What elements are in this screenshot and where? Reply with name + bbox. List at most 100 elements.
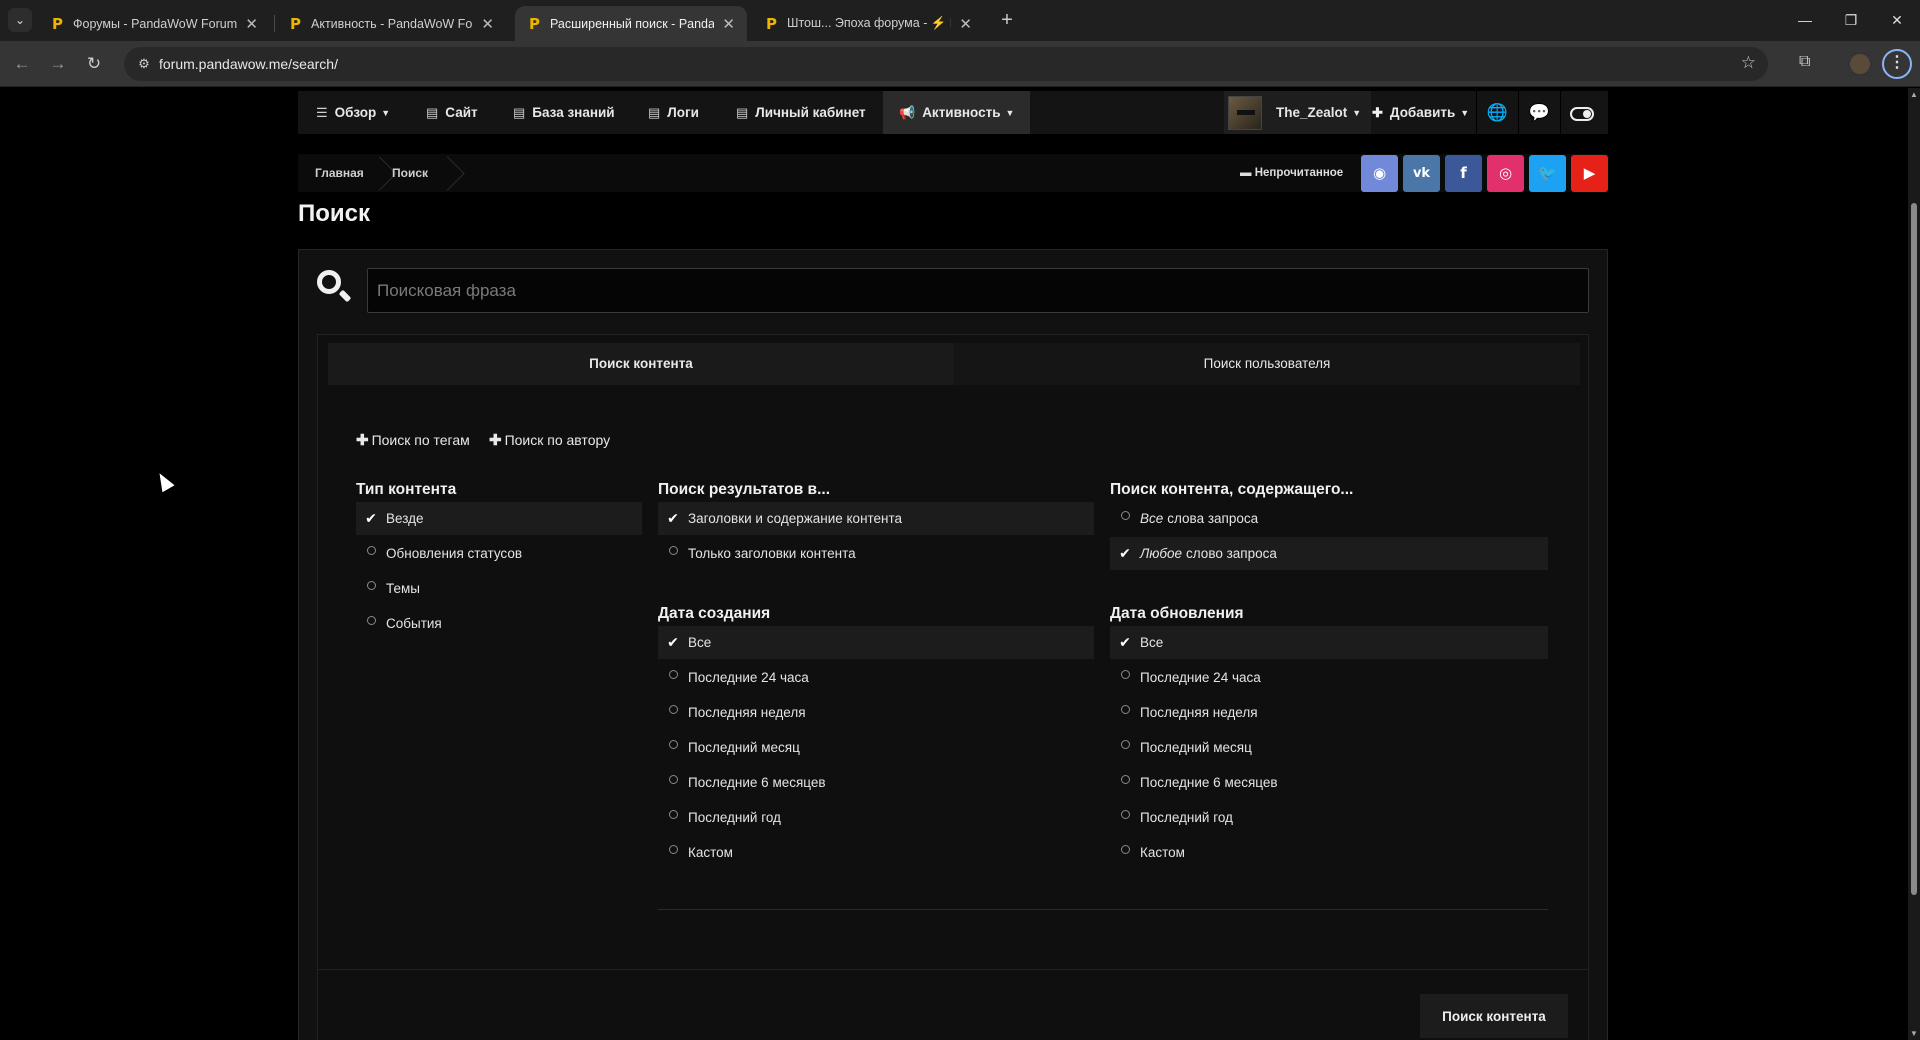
- tab-title: Штош... Эпоха форума - ⚡ BC: [787, 16, 952, 30]
- option-label: Кастом: [688, 845, 733, 860]
- created-option-year[interactable]: Последний год: [658, 801, 1094, 834]
- avatar: [1228, 95, 1262, 130]
- created-option-all[interactable]: ✔ Все: [658, 626, 1094, 659]
- tab-title: Активность - PandaWoW Forum: [311, 16, 473, 31]
- site-info-icon[interactable]: ⚙: [134, 54, 154, 74]
- nav-label: Активность: [922, 105, 1001, 120]
- scroll-down-icon[interactable]: ▼: [1910, 1029, 1918, 1038]
- scroll-up-icon[interactable]: ▲: [1910, 90, 1918, 99]
- add-menu[interactable]: ✚ Добавить ▼: [1372, 91, 1469, 134]
- created-option-custom[interactable]: Кастом: [658, 836, 1094, 869]
- option-label: Последние 24 часа: [688, 670, 809, 685]
- option-any-word[interactable]: ✔ Любое слово запроса: [1110, 537, 1548, 570]
- option-everywhere[interactable]: ✔ Везде: [356, 502, 642, 535]
- instagram-icon[interactable]: ◎: [1487, 155, 1524, 192]
- omnibox[interactable]: ⚙ forum.pandawow.me/search/ ☆: [124, 47, 1768, 81]
- unread-link[interactable]: ▬ Непрочитанное: [1240, 154, 1343, 192]
- profile-avatar-icon[interactable]: [1848, 52, 1872, 76]
- close-tab-icon[interactable]: ✕: [245, 15, 258, 33]
- nav-item-knowledge-base[interactable]: ▤ База знаний: [513, 91, 615, 134]
- scrollbar-thumb[interactable]: [1911, 203, 1917, 895]
- nav-label: Обзор: [334, 105, 377, 120]
- created-option-24h[interactable]: Последние 24 часа: [658, 661, 1094, 694]
- reload-icon[interactable]: ↻: [82, 52, 106, 76]
- search-input[interactable]: [367, 268, 1589, 313]
- option-label: Последние 24 часа: [1140, 670, 1261, 685]
- updated-option-custom[interactable]: Кастом: [1110, 836, 1548, 869]
- url-text[interactable]: forum.pandawow.me/search/: [159, 56, 338, 72]
- created-option-week[interactable]: Последняя неделя: [658, 696, 1094, 729]
- favicon-icon: P: [529, 14, 540, 33]
- browser-tab-active[interactable]: P Расширенный поиск - PandaWoW ✕: [515, 6, 747, 41]
- nav-item-logs[interactable]: ▤ Логи: [648, 91, 699, 134]
- updated-option-all[interactable]: ✔ Все: [1110, 626, 1548, 659]
- tab-content-search[interactable]: Поиск контента: [328, 343, 954, 385]
- option-label: Обновления статусов: [386, 546, 523, 561]
- browser-menu-icon[interactable]: ⋮: [1882, 49, 1912, 79]
- close-tab-icon[interactable]: ✕: [722, 15, 735, 33]
- updated-option-month[interactable]: Последний месяц: [1110, 731, 1548, 764]
- restore-icon[interactable]: ❐: [1828, 0, 1874, 41]
- new-tab-button[interactable]: +: [994, 8, 1020, 34]
- browser-tab[interactable]: P Форумы - PandaWoW Forum ✕: [38, 6, 270, 41]
- option-label: Последние 6 месяцев: [1140, 775, 1278, 790]
- option-all-words[interactable]: Все слова запроса: [1110, 502, 1548, 535]
- nav-item-activity[interactable]: 📢 Активность ▼: [883, 91, 1031, 134]
- check-icon: ✔: [365, 510, 377, 527]
- option-topics[interactable]: Темы: [356, 572, 642, 605]
- minimize-icon[interactable]: —: [1782, 0, 1828, 41]
- search-icon: [315, 268, 352, 304]
- bookmark-star-icon[interactable]: ☆: [1741, 53, 1756, 73]
- browser-tab[interactable]: P Штош... Эпоха форума - ⚡ BC ✕: [752, 6, 984, 41]
- nav-item-overview[interactable]: ☰ Обзор ▼: [316, 91, 390, 134]
- tab-list-button[interactable]: ⌄: [8, 8, 32, 32]
- add-author-link[interactable]: ✚ Поиск по автору: [489, 431, 610, 449]
- updated-option-24h[interactable]: Последние 24 часа: [1110, 661, 1548, 694]
- option-titles-and-content[interactable]: ✔ Заголовки и содержание контента: [658, 502, 1094, 535]
- youtube-icon[interactable]: ▶: [1571, 155, 1608, 192]
- close-tab-icon[interactable]: ✕: [959, 15, 972, 33]
- add-tags-link[interactable]: ✚ Поиск по тегам: [356, 431, 470, 449]
- created-option-month[interactable]: Последний месяц: [658, 731, 1094, 764]
- tab-user-search[interactable]: Поиск пользователя: [954, 343, 1580, 385]
- user-menu[interactable]: The_Zealot ▼: [1224, 91, 1372, 134]
- close-tab-icon[interactable]: ✕: [481, 15, 494, 33]
- check-icon: ✔: [1119, 634, 1131, 651]
- plus-icon: ✚: [356, 432, 369, 449]
- browser-tab[interactable]: P Активность - PandaWoW Forum ✕: [276, 6, 506, 41]
- nav-item-account[interactable]: ▤ Личный кабинет: [736, 91, 866, 134]
- created-option-6months[interactable]: Последние 6 месяцев: [658, 766, 1094, 799]
- twitter-icon[interactable]: 🐦: [1529, 155, 1566, 192]
- updated-option-6months[interactable]: Последние 6 месяцев: [1110, 766, 1548, 799]
- nav-item-site[interactable]: ▤ Сайт: [426, 91, 478, 134]
- radio-icon: [669, 546, 678, 555]
- breadcrumb: Главная Поиск ▬ Непрочитанное ◉ vk f ◎ 🐦…: [298, 154, 1608, 192]
- radio-icon: [669, 705, 678, 714]
- vk-icon[interactable]: vk: [1403, 155, 1440, 192]
- globe-icon[interactable]: 🌐: [1476, 91, 1518, 134]
- extensions-icon[interactable]: ⧉: [1799, 53, 1810, 71]
- facebook-icon[interactable]: f: [1445, 155, 1482, 192]
- option-titles-only[interactable]: Только заголовки контента: [658, 537, 1094, 570]
- close-window-icon[interactable]: ✕: [1874, 0, 1920, 41]
- page-scrollbar[interactable]: ▲ ▼: [1908, 88, 1920, 1040]
- forward-icon[interactable]: →: [46, 52, 70, 76]
- option-label: Кастом: [1140, 845, 1185, 860]
- back-icon[interactable]: ←: [10, 52, 34, 76]
- theme-toggle-icon[interactable]: [1560, 91, 1602, 134]
- unread-label: Непрочитанное: [1254, 167, 1344, 179]
- option-events[interactable]: События: [356, 607, 642, 640]
- updated-option-week[interactable]: Последняя неделя: [1110, 696, 1548, 729]
- search-content-button[interactable]: Поиск контента: [1420, 994, 1568, 1038]
- updated-option-year[interactable]: Последний год: [1110, 801, 1548, 834]
- divider: [658, 909, 1548, 910]
- add-author-label: Поиск по автору: [504, 432, 611, 448]
- page-title: Поиск: [298, 200, 371, 227]
- chat-icon[interactable]: 💬: [1518, 91, 1560, 134]
- discord-icon[interactable]: ◉: [1361, 155, 1398, 192]
- breadcrumb-current[interactable]: Поиск: [392, 154, 428, 192]
- breadcrumb-home[interactable]: Главная: [315, 154, 364, 192]
- radio-icon: [1121, 775, 1130, 784]
- option-status-updates[interactable]: Обновления статусов: [356, 537, 642, 570]
- radio-icon: [669, 845, 678, 854]
